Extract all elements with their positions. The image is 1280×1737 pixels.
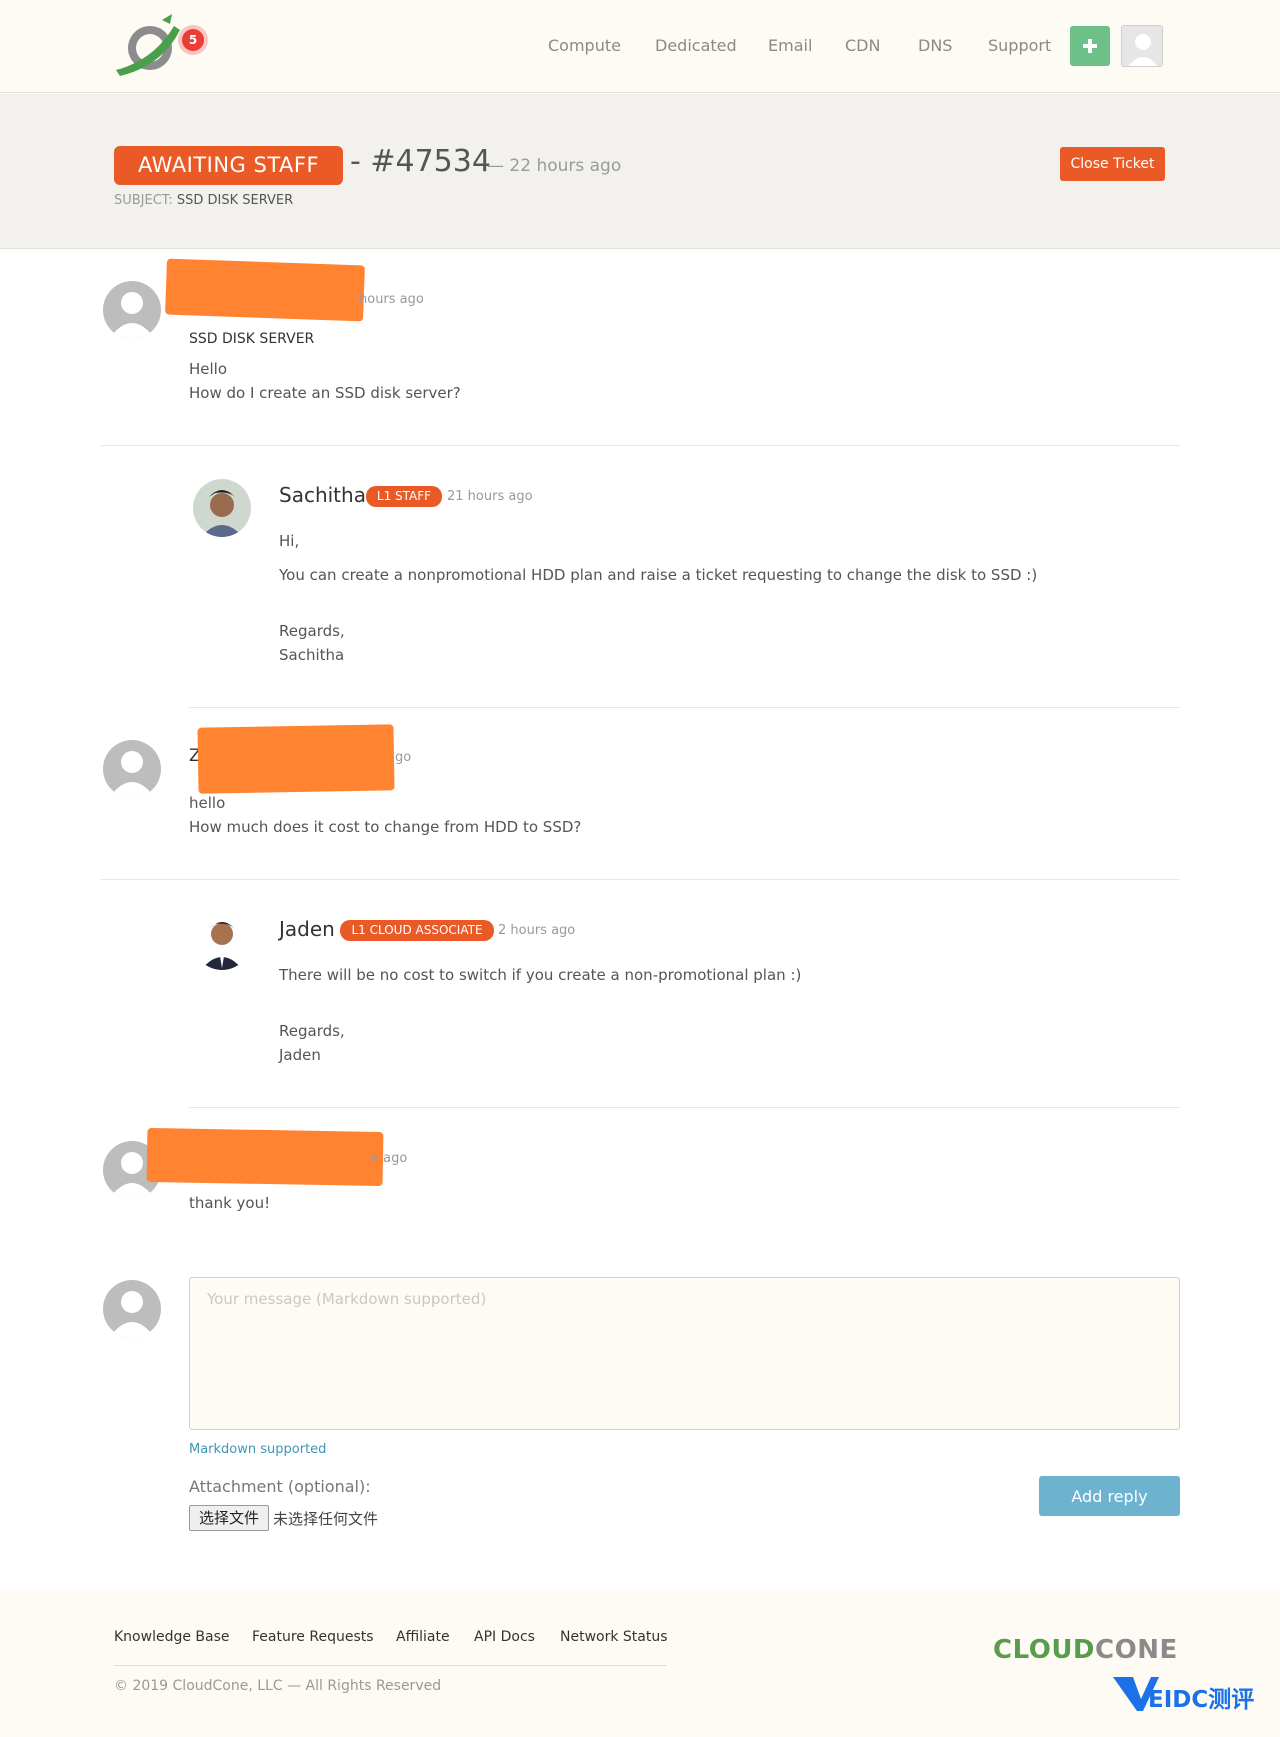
divider	[101, 445, 1180, 446]
customer-avatar	[103, 740, 161, 798]
watermark-text: EIDC测评	[1148, 1687, 1255, 1713]
message-line: thank you!	[189, 1194, 271, 1212]
add-reply-button[interactable]: Add reply	[1039, 1476, 1180, 1516]
reply-message-input[interactable]	[189, 1277, 1180, 1430]
message-line: Hello	[189, 360, 228, 378]
staff-avatar	[193, 912, 251, 970]
footer-link-api-docs[interactable]: API Docs	[474, 1629, 535, 1645]
ticket-age: — 22 hours ago	[487, 156, 622, 176]
message-time: 2 hours ago	[498, 923, 576, 938]
ticket-number: - #47534	[350, 144, 491, 179]
default-user-icon	[103, 281, 161, 339]
message-time: hours ago	[359, 292, 424, 307]
footer-link-affiliate[interactable]: Affiliate	[396, 1629, 450, 1645]
staff-badge: L1 CLOUD ASSOCIATE	[340, 920, 494, 941]
ticket-subject: SUBJECT: SSD DISK SERVER	[114, 193, 293, 208]
message-title: SSD DISK SERVER	[189, 331, 315, 347]
message-time: e ago	[371, 1151, 408, 1166]
user-avatar-button[interactable]	[1121, 25, 1163, 67]
message-line: How much does it cost to change from HDD…	[189, 818, 582, 836]
divider	[189, 707, 1180, 708]
message-time: 21 hours ago	[447, 489, 533, 504]
default-user-icon	[103, 1280, 161, 1338]
ticket-header: AWAITING STAFF - #47534 — 22 hours ago S…	[0, 94, 1280, 249]
message-line: Regards,	[279, 1022, 345, 1040]
subject-value: SSD DISK SERVER	[176, 193, 294, 208]
current-user-avatar	[103, 1280, 161, 1338]
message-line: How do I create an SSD disk server?	[189, 384, 461, 402]
plus-icon[interactable]	[1070, 26, 1110, 66]
divider	[189, 1107, 1180, 1108]
redacted-name	[165, 258, 365, 322]
status-badge: AWAITING STAFF	[114, 146, 343, 185]
customer-avatar	[103, 281, 161, 339]
message-time: go	[395, 750, 412, 765]
divider	[101, 879, 1180, 880]
default-user-icon	[103, 740, 161, 798]
redacted-name	[197, 724, 395, 794]
message-line: There will be no cost to switch if you c…	[279, 966, 802, 984]
no-file-chosen-text: 未选择任何文件	[273, 1510, 379, 1528]
footer-link-knowledge-base[interactable]: Knowledge Base	[114, 1629, 230, 1645]
nav-cdn[interactable]: CDN	[845, 36, 880, 55]
staff-avatar	[193, 479, 251, 537]
nav-dedicated[interactable]: Dedicated	[655, 36, 737, 55]
markdown-help-link[interactable]: Markdown supported	[189, 1442, 326, 1457]
staff-badge: L1 STAFF	[366, 486, 442, 507]
message-line: Hi,	[279, 532, 300, 550]
footer-link-network-status[interactable]: Network Status	[560, 1629, 668, 1645]
brand-cone: CONE	[1095, 1635, 1178, 1665]
message-line: hello	[189, 794, 226, 812]
close-ticket-button[interactable]: Close Ticket	[1060, 147, 1165, 181]
nav-support[interactable]: Support	[988, 36, 1051, 55]
nav-email[interactable]: Email	[768, 36, 812, 55]
top-navbar: 5 Compute Dedicated Email CDN DNS Suppor…	[0, 0, 1280, 93]
author-name: Sachitha	[279, 483, 366, 507]
choose-file-button[interactable]: 选择文件	[189, 1505, 269, 1531]
message-line: Sachitha	[279, 646, 345, 664]
subject-label: SUBJECT:	[114, 193, 173, 208]
brand-cloud: CLOUD	[993, 1635, 1096, 1665]
footer-brand-logo: CLOUDCONE	[993, 1635, 1178, 1665]
author-name: Jaden	[279, 917, 335, 941]
attachment-label: Attachment (optional):	[189, 1477, 371, 1496]
user-icon	[1122, 26, 1162, 66]
footer: Knowledge Base Feature Requests Affiliat…	[0, 1591, 1280, 1737]
message-line: Jaden	[279, 1046, 321, 1064]
staff-photo	[193, 912, 251, 970]
footer-link-feature-requests[interactable]: Feature Requests	[252, 1629, 374, 1645]
message-line: Regards,	[279, 622, 345, 640]
nav-dns[interactable]: DNS	[918, 36, 952, 55]
footer-divider	[114, 1665, 667, 1666]
redacted-name	[146, 1127, 384, 1187]
nav-compute[interactable]: Compute	[548, 36, 621, 55]
copyright: © 2019 CloudCone, LLC — All Rights Reser…	[114, 1678, 442, 1694]
message-line: You can create a nonpromotional HDD plan…	[279, 566, 1038, 584]
notification-badge[interactable]: 5	[182, 29, 204, 51]
staff-photo	[193, 479, 251, 537]
